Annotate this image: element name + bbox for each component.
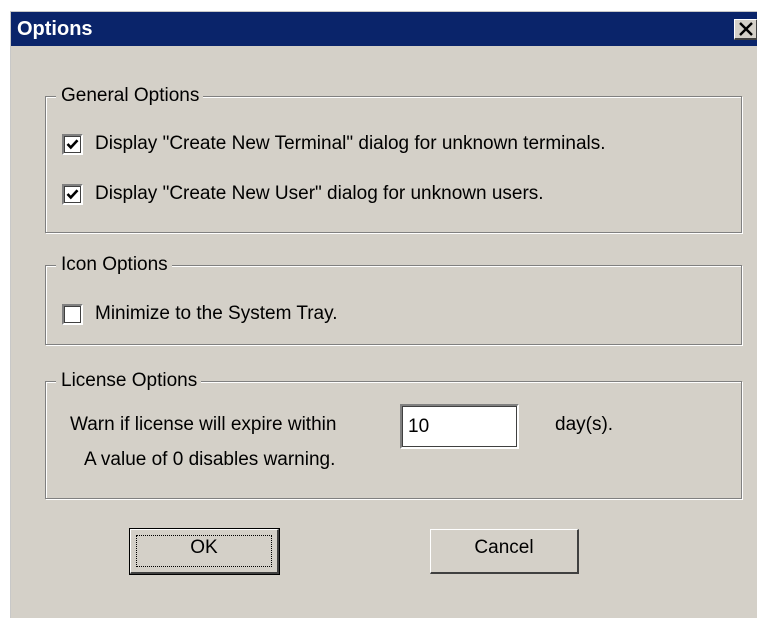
options-dialog: Options General Options Display "Create … bbox=[10, 11, 757, 618]
warning-hint: A value of 0 disables warning. bbox=[84, 449, 336, 470]
create-terminal-option[interactable]: Display "Create New Terminal" dialog for… bbox=[62, 133, 606, 155]
cancel-button[interactable]: Cancel bbox=[430, 529, 579, 574]
days-unit-label: day(s). bbox=[555, 414, 614, 435]
icon-options-legend: Icon Options bbox=[56, 254, 172, 276]
general-options-legend: General Options bbox=[56, 85, 204, 107]
dialog-title: Options bbox=[17, 18, 93, 40]
license-options-group: License Options Warn if license will exp… bbox=[45, 370, 742, 499]
create-user-option[interactable]: Display "Create New User" dialog for unk… bbox=[62, 183, 544, 205]
checkmark-icon bbox=[66, 188, 79, 199]
cancel-button-label: Cancel bbox=[474, 537, 534, 558]
general-options-group: General Options Display "Create New Term… bbox=[45, 85, 742, 233]
create-terminal-checkbox[interactable] bbox=[62, 133, 83, 155]
checkmark-icon bbox=[66, 138, 79, 149]
minimize-to-tray-checkbox[interactable] bbox=[62, 303, 83, 325]
close-x-icon bbox=[739, 22, 753, 36]
expiry-days-input[interactable] bbox=[400, 404, 519, 449]
license-options-legend: License Options bbox=[56, 370, 202, 392]
close-button[interactable] bbox=[734, 19, 757, 40]
title-bar[interactable]: Options bbox=[11, 12, 757, 46]
warn-label: Warn if license will expire within bbox=[70, 414, 337, 435]
minimize-to-tray-option[interactable]: Minimize to the System Tray. bbox=[62, 303, 338, 325]
ok-button-label: OK bbox=[190, 537, 218, 558]
ok-button[interactable]: OK bbox=[129, 528, 280, 575]
create-user-label: Display "Create New User" dialog for unk… bbox=[95, 183, 544, 204]
create-user-checkbox[interactable] bbox=[62, 183, 83, 205]
create-terminal-label: Display "Create New Terminal" dialog for… bbox=[95, 133, 606, 154]
minimize-to-tray-label: Minimize to the System Tray. bbox=[95, 303, 338, 324]
icon-options-group: Icon Options Minimize to the System Tray… bbox=[45, 254, 742, 345]
